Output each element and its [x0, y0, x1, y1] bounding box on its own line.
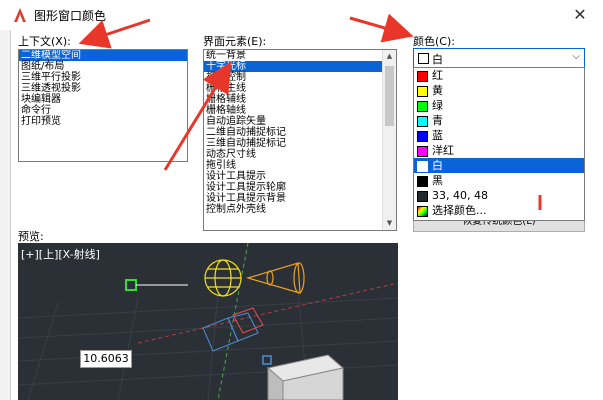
context-label: 上下文(X): [18, 35, 71, 48]
interface-element-item[interactable]: 设计工具提示背景 [204, 193, 382, 204]
color-option[interactable]: 绿 [414, 98, 584, 113]
dynamic-dimension-value: 10.6063 [80, 350, 132, 368]
chevron-down-icon[interactable]: ⌵ [572, 51, 580, 62]
color-option[interactable]: 33, 40, 48 [414, 188, 584, 203]
crosshair-pickbox [125, 279, 137, 291]
context-list-item[interactable]: 命令行 [19, 105, 187, 116]
color-option-label: 青 [432, 114, 443, 127]
context-listbox[interactable]: 二维模型空间 图纸/布局 三维平行投影 三维透视投影 块编辑器 命令行 打印预览 [18, 49, 188, 162]
3d-cube [266, 354, 345, 400]
color-option[interactable]: 蓝 [414, 128, 584, 143]
autocad-logo-icon [14, 8, 26, 22]
color-option-label: 红 [432, 69, 443, 82]
interface-element-item[interactable]: 统一背景 [204, 50, 382, 61]
color-option[interactable]: 红 [414, 68, 584, 83]
color-current-value: 白 [432, 53, 443, 66]
interface-element-item[interactable]: 拖引线 [204, 160, 382, 171]
color-option[interactable]: 青 [414, 113, 584, 128]
color-swatch-icon [417, 71, 428, 82]
interface-elements-label: 界面元素(E): [203, 35, 267, 48]
title-bar: 图形窗口颜色 ✕ [0, 0, 603, 30]
preview-viewport: [+][上][X-射线] 10.6063 [18, 243, 398, 400]
color-option[interactable]: 洋红 [414, 143, 584, 158]
interface-element-item[interactable]: 栅格辅线 [204, 94, 382, 105]
color-option-label: 蓝 [432, 129, 443, 142]
color-option-label: 黑 [432, 174, 443, 187]
interface-elements-listbox[interactable]: 统一背景 十字光标 视口控制 栅格主线 栅格辅线 栅格轴线 自动追踪矢量 二维自动捕捉标记 三维… [203, 49, 397, 231]
preview-scene [18, 243, 398, 400]
interface-element-item[interactable]: 栅格轴线 [204, 105, 382, 116]
color-swatch-icon [418, 53, 429, 64]
color-dropdown-list[interactable]: 红黄绿青蓝洋红白黑 33, 40, 48 选择颜色... [413, 67, 585, 221]
color-swatch-icon [417, 161, 428, 172]
interface-element-item[interactable]: 十字光标 [204, 61, 382, 72]
color-combobox[interactable]: 白 ⌵ [413, 48, 585, 68]
elements-scrollbar[interactable]: ▲ ▼ [382, 50, 396, 230]
color-option[interactable]: 黄 [414, 83, 584, 98]
interface-element-item[interactable]: 自动追踪矢量 [204, 116, 382, 127]
point-light-glyph [204, 259, 242, 297]
context-list-item[interactable]: 图纸/布局 [19, 61, 187, 72]
context-list-item[interactable]: 打印预览 [19, 116, 187, 127]
context-list-item[interactable]: 三维平行投影 [19, 72, 187, 83]
color-option[interactable]: 选择颜色... [414, 203, 584, 218]
color-option[interactable]: 黑 [414, 173, 584, 188]
color-option-label: 黄 [432, 84, 443, 97]
color-option-label: 33, 40, 48 [432, 189, 488, 202]
context-list-item[interactable]: 三维透视投影 [19, 83, 187, 94]
camera-glyph [202, 312, 259, 352]
interface-element-item[interactable]: 设计工具提示 [204, 171, 382, 182]
color-swatch-icon [417, 191, 428, 202]
preview-label: 预览: [18, 230, 44, 243]
interface-element-item[interactable]: 栅格主线 [204, 83, 382, 94]
color-swatch-icon [417, 86, 428, 97]
interface-element-item[interactable]: 二维自动捕捉标记 [204, 127, 382, 138]
color-swatch-icon [417, 131, 428, 142]
color-swatch-icon [417, 146, 428, 157]
color-swatch-icon [417, 101, 428, 112]
context-list-item[interactable]: 块编辑器 [19, 94, 187, 105]
color-option[interactable]: 白 [414, 158, 584, 173]
viewport-controls-label[interactable]: [+][上][X-射线] [21, 246, 100, 262]
color-option-label: 绿 [432, 99, 443, 112]
interface-element-item[interactable]: 三维自动捕捉标记 [204, 138, 382, 149]
scroll-down-icon[interactable]: ▼ [383, 217, 396, 230]
close-button[interactable]: ✕ [568, 4, 592, 26]
scroll-up-icon[interactable]: ▲ [383, 50, 396, 63]
interface-element-item[interactable]: 视口控制 [204, 72, 382, 83]
scroll-thumb[interactable] [385, 66, 394, 126]
color-option-label: 洋红 [432, 144, 454, 157]
color-option-label: 选择颜色... [432, 204, 487, 217]
interface-element-item[interactable]: 设计工具提示轮廓 [204, 182, 382, 193]
color-swatch-icon [417, 176, 428, 187]
color-label: 颜色(C): [413, 35, 455, 48]
color-swatch-icon [417, 206, 428, 217]
context-list-item[interactable]: 二维模型空间 [19, 50, 187, 61]
spotlight-glyph [245, 262, 305, 294]
interface-element-item[interactable]: 动态尺寸线 [204, 149, 382, 160]
color-swatch-icon [417, 116, 428, 127]
background-window-strip [0, 30, 11, 400]
window-title: 图形窗口颜色 [34, 9, 107, 23]
interface-element-item[interactable]: 控制点外壳线 [204, 204, 382, 215]
color-option-label: 白 [432, 159, 443, 172]
